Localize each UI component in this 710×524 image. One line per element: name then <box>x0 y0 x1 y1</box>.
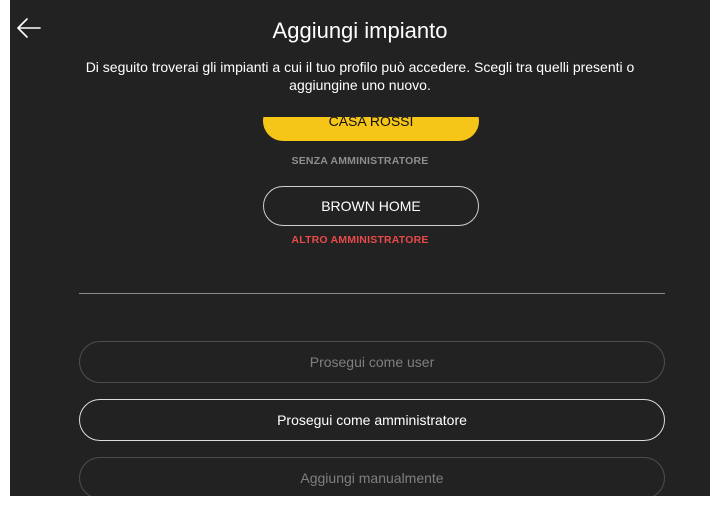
page-description: Di seguito troverai gli impianti a cui i… <box>85 59 635 93</box>
continue-as-user-button[interactable]: Prosegui come user <box>79 341 665 383</box>
plant-item-casa-rossi[interactable]: CASA ROSSI <box>263 117 479 141</box>
plant-list[interactable]: CASA ROSSI SENZA AMMINISTRATORE BROWN HO… <box>10 117 710 260</box>
plant-status-label: SENZA AMMINISTRATORE <box>291 155 429 167</box>
divider <box>79 293 665 294</box>
app-screen: Aggiungi impianto Di seguito troverai gl… <box>10 0 710 496</box>
plant-item-brown-home[interactable]: BROWN HOME <box>263 186 479 226</box>
plant-status-label: ALTRO AMMINISTRATORE <box>291 234 429 246</box>
continue-as-admin-button[interactable]: Prosegui come amministratore <box>79 399 665 441</box>
add-manually-button[interactable]: Aggiungi manualmente <box>79 457 665 496</box>
page-title: Aggiungi impianto <box>272 18 448 43</box>
